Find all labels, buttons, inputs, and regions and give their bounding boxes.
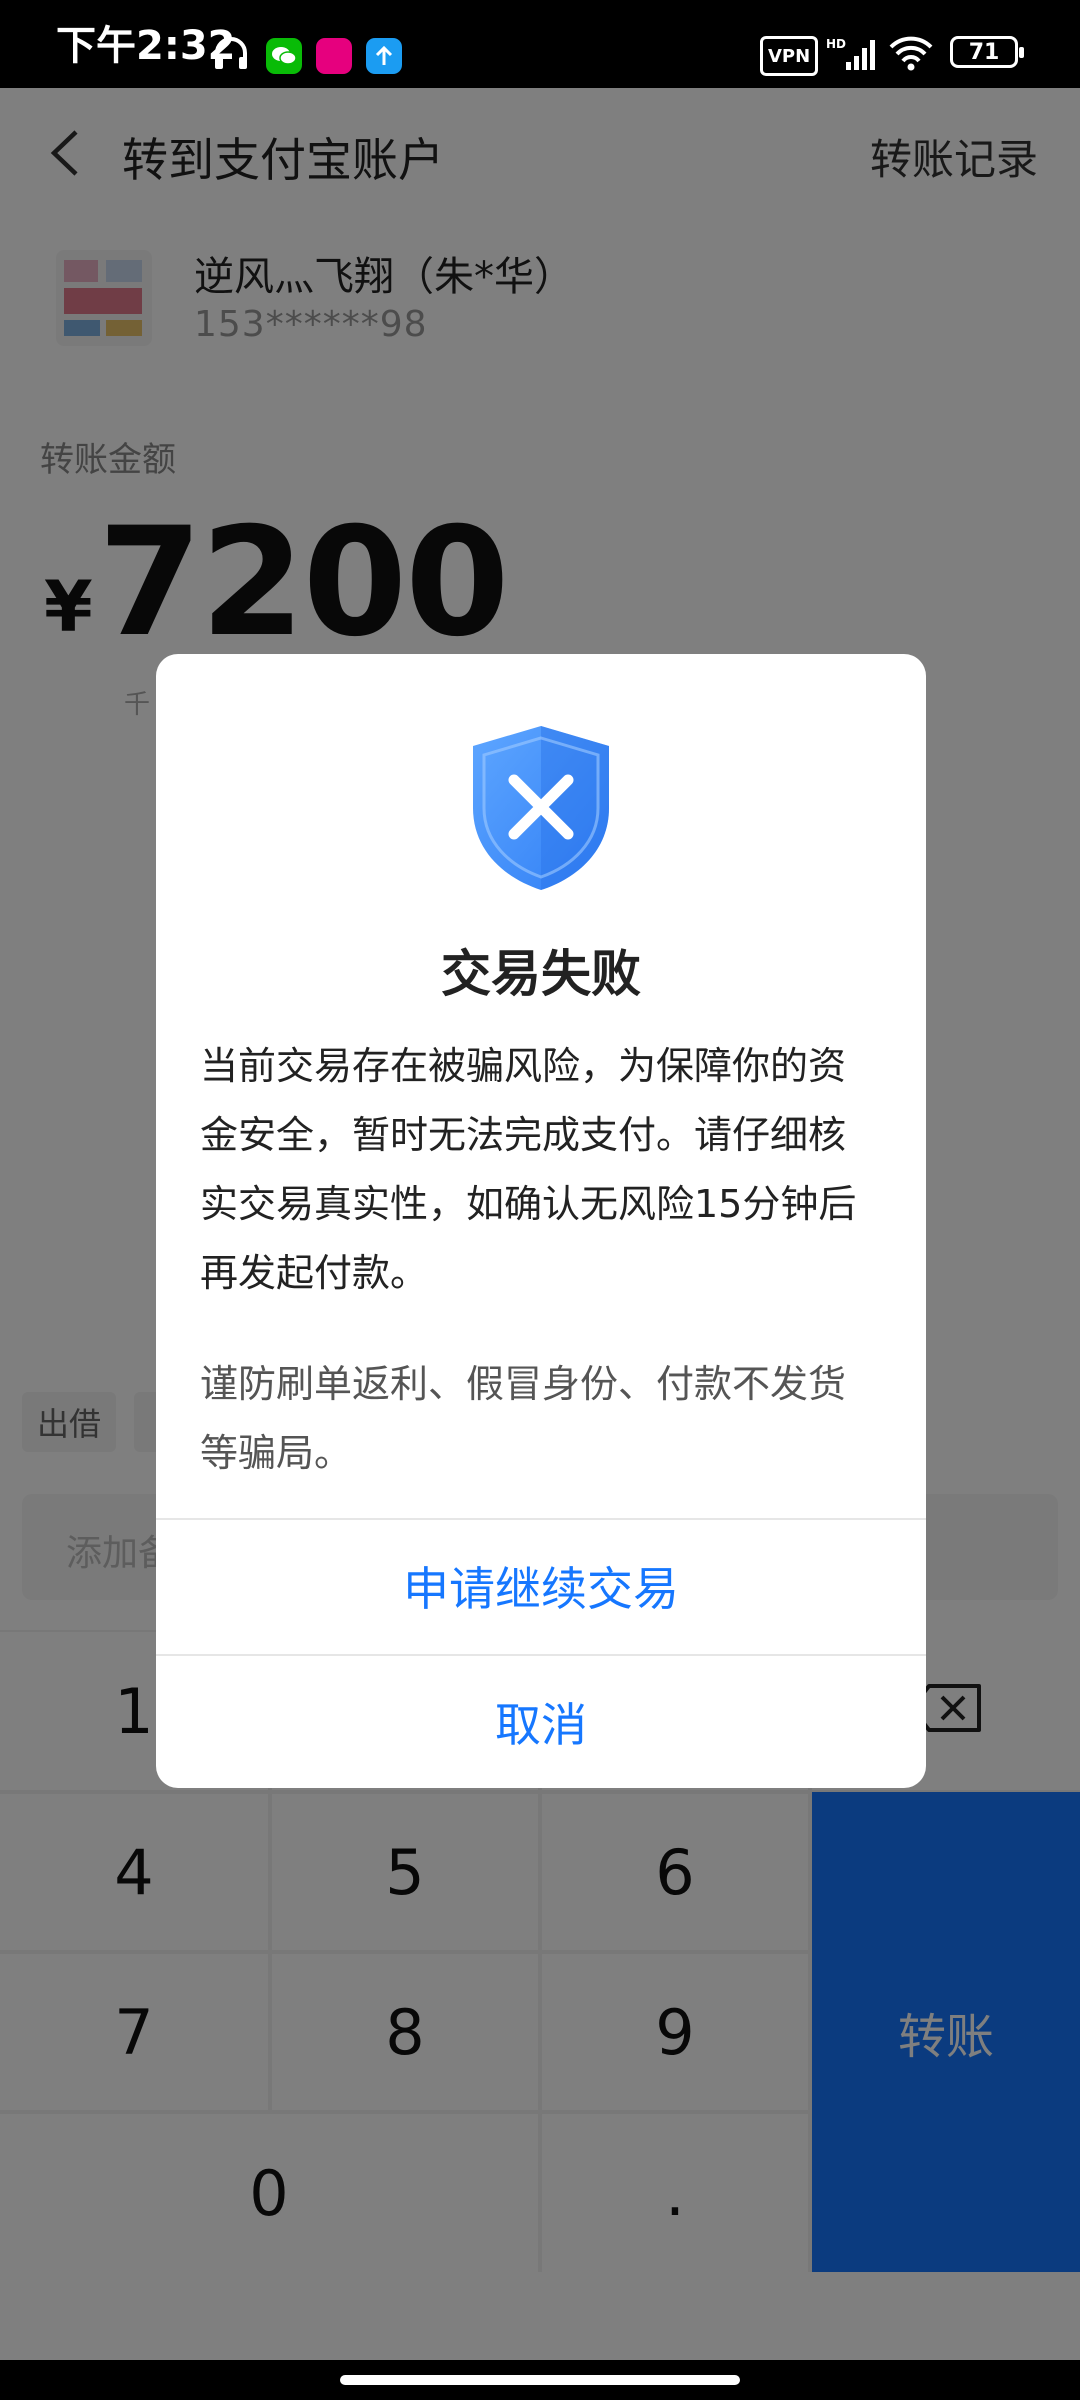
upload-icon xyxy=(366,38,402,74)
wifi-icon xyxy=(888,34,934,72)
transaction-failed-dialog: 交易失败 当前交易存在被骗风险，为保障你的资金安全，暂时无法完成支付。请仔细核实… xyxy=(156,654,926,1788)
cancel-button[interactable]: 取消 xyxy=(156,1656,926,1788)
pinduoduo-icon xyxy=(316,38,352,74)
status-bar: 下午2:32 VPN HD 71 xyxy=(0,0,1080,88)
headset-icon xyxy=(212,34,250,72)
dialog-warning-note: 谨防刷单返利、假冒身份、付款不发货等骗局。 xyxy=(200,1362,847,1475)
dialog-message: 当前交易存在被骗风险，为保障你的资金安全，暂时无法完成支付。请仔细核实交易真实性… xyxy=(200,1044,857,1295)
shield-error-icon xyxy=(466,722,616,894)
hd-signal-icon: HD xyxy=(826,36,878,72)
dialog-title: 交易失败 xyxy=(441,945,641,1003)
vpn-badge: VPN xyxy=(760,36,819,76)
wechat-icon xyxy=(266,38,302,74)
home-indicator[interactable] xyxy=(340,2375,740,2385)
status-time: 下午2:32 xyxy=(56,23,236,69)
continue-transaction-button[interactable]: 申请继续交易 xyxy=(156,1520,926,1652)
battery-icon: 71 xyxy=(950,36,1024,68)
svg-text:HD: HD xyxy=(826,37,846,51)
